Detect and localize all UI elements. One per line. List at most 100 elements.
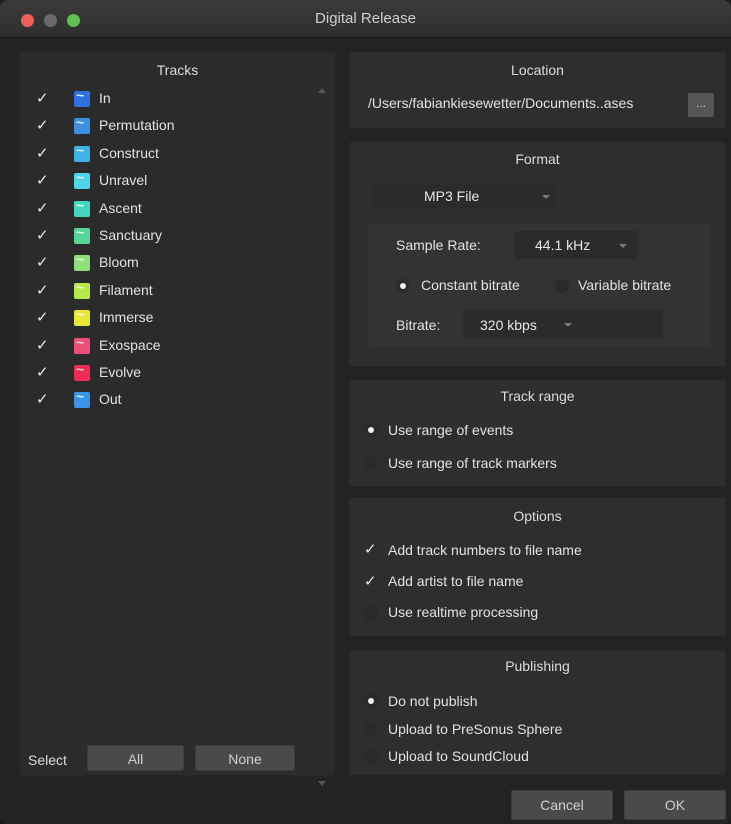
constant-bitrate-radio[interactable] bbox=[396, 279, 410, 293]
track-color-icon bbox=[74, 279, 90, 299]
track-name: Evolve bbox=[99, 363, 142, 380]
range-events-label: Use range of events bbox=[388, 422, 514, 438]
track-name: Permutation bbox=[99, 117, 175, 134]
chevron-down-icon bbox=[619, 244, 627, 248]
track-range-title: Track range bbox=[500, 388, 575, 404]
constant-bitrate-label: Constant bitrate bbox=[421, 277, 520, 293]
track-color-icon bbox=[74, 142, 90, 162]
add-track-numbers-label: Add track numbers to file name bbox=[388, 542, 582, 558]
upload-sphere-radio[interactable] bbox=[364, 722, 378, 736]
checkmark-icon[interactable]: ✓ bbox=[364, 540, 377, 558]
publishing-panel: Publishing Do not publish Upload to PreS… bbox=[349, 650, 726, 776]
track-row[interactable]: ✓ Ascent bbox=[20, 196, 320, 223]
browse-button[interactable]: ... bbox=[688, 93, 714, 117]
location-panel: Location /Users/fabiankiesewetter/Docume… bbox=[349, 51, 726, 129]
track-name: Exospace bbox=[99, 336, 161, 353]
checkmark-icon[interactable]: ✓ bbox=[36, 199, 49, 217]
range-markers-radio[interactable] bbox=[364, 456, 378, 470]
track-color-icon bbox=[74, 224, 90, 244]
track-name: Ascent bbox=[99, 199, 142, 216]
track-row[interactable]: ✓ Unravel bbox=[20, 168, 320, 195]
track-row[interactable]: ✓ In bbox=[20, 86, 320, 113]
file-format-select[interactable]: MP3 File bbox=[372, 183, 555, 209]
track-color-icon bbox=[74, 334, 90, 354]
file-format-value: MP3 File bbox=[424, 188, 480, 204]
track-row[interactable]: ✓ Immerse bbox=[20, 305, 320, 332]
chevron-down-icon bbox=[542, 195, 550, 199]
ok-button[interactable]: OK bbox=[624, 790, 726, 820]
do-not-publish-radio[interactable] bbox=[364, 694, 378, 708]
track-color-icon bbox=[74, 114, 90, 135]
checkmark-icon[interactable]: ✓ bbox=[36, 144, 49, 162]
publishing-title: Publishing bbox=[505, 658, 570, 674]
checkmark-icon[interactable]: ✓ bbox=[36, 89, 49, 107]
location-path: /Users/fabiankiesewetter/Documents..ases bbox=[368, 95, 634, 111]
track-row[interactable]: ✓ Out bbox=[20, 387, 320, 414]
checkmark-icon[interactable]: ✓ bbox=[36, 116, 49, 134]
range-markers-label: Use range of track markers bbox=[388, 455, 557, 471]
track-color-icon bbox=[74, 306, 90, 327]
track-row[interactable]: ✓ Bloom bbox=[20, 250, 320, 277]
track-range-panel: Track range Use range of events Use rang… bbox=[349, 379, 726, 487]
sample-rate-select[interactable]: 44.1 kHz bbox=[515, 231, 638, 259]
bitrate-label: Bitrate: bbox=[396, 317, 441, 333]
scroll-down-arrow-icon[interactable] bbox=[318, 781, 326, 786]
track-row[interactable]: ✓ Construct bbox=[20, 141, 320, 168]
do-not-publish-label: Do not publish bbox=[388, 693, 478, 709]
checkmark-icon[interactable]: ✓ bbox=[36, 390, 49, 408]
select-label: Select bbox=[28, 752, 67, 768]
variable-bitrate-radio[interactable] bbox=[555, 279, 569, 293]
chevron-down-icon bbox=[564, 323, 572, 327]
checkmark-icon[interactable]: ✓ bbox=[36, 363, 49, 381]
checkmark-icon[interactable]: ✓ bbox=[364, 572, 377, 590]
upload-sphere-label: Upload to PreSonus Sphere bbox=[388, 721, 563, 737]
track-row[interactable]: ✓ Permutation bbox=[20, 113, 320, 140]
tracks-title: Tracks bbox=[156, 62, 199, 78]
track-color-icon bbox=[74, 388, 90, 409]
track-name: Bloom bbox=[99, 254, 139, 271]
track-name: Unravel bbox=[99, 172, 148, 189]
track-name: Construct bbox=[99, 144, 159, 161]
format-title: Format bbox=[515, 151, 560, 167]
track-name: Filament bbox=[99, 281, 153, 298]
track-row[interactable]: ✓ Evolve bbox=[20, 360, 320, 387]
track-name: In bbox=[99, 90, 111, 106]
checkmark-icon[interactable]: ✓ bbox=[36, 308, 49, 326]
track-row[interactable]: ✓ Exospace bbox=[20, 333, 320, 360]
track-row[interactable]: ✓ Filament bbox=[20, 278, 320, 305]
track-color-icon bbox=[74, 361, 90, 381]
title-bar: Digital Release bbox=[0, 0, 731, 38]
digital-release-dialog: Digital Release Tracks ✓ In ✓ Permutatio… bbox=[0, 0, 731, 824]
upload-soundcloud-radio[interactable] bbox=[364, 750, 378, 764]
range-events-radio[interactable] bbox=[364, 423, 378, 437]
format-settings-box: Sample Rate: 44.1 kHz Constant bitrate V… bbox=[368, 223, 710, 346]
checkmark-icon[interactable]: ✓ bbox=[36, 253, 49, 271]
track-name: Out bbox=[99, 391, 122, 408]
sample-rate-label: Sample Rate: bbox=[396, 237, 481, 253]
select-all-button[interactable]: All bbox=[87, 745, 184, 771]
bitrate-select[interactable]: 320 kbps bbox=[463, 310, 663, 338]
cancel-button[interactable]: Cancel bbox=[511, 790, 613, 820]
track-color-icon bbox=[74, 87, 90, 107]
checkmark-icon[interactable]: ✓ bbox=[36, 171, 49, 189]
track-name: Immerse bbox=[99, 309, 154, 326]
upload-soundcloud-label: Upload to SoundCloud bbox=[388, 748, 529, 764]
format-panel: Format MP3 File Sample Rate: 44.1 kHz Co… bbox=[349, 141, 726, 367]
add-artist-label: Add artist to file name bbox=[388, 573, 524, 589]
location-title: Location bbox=[511, 62, 564, 78]
track-name: Sanctuary bbox=[99, 226, 163, 243]
realtime-processing-checkbox[interactable] bbox=[364, 606, 378, 620]
checkmark-icon[interactable]: ✓ bbox=[36, 281, 49, 299]
checkmark-icon[interactable]: ✓ bbox=[36, 336, 49, 354]
select-none-button[interactable]: None bbox=[195, 745, 295, 771]
variable-bitrate-label: Variable bitrate bbox=[578, 277, 672, 293]
bitrate-value: 320 kbps bbox=[480, 317, 537, 333]
track-color-icon bbox=[74, 197, 90, 217]
options-panel: Options ✓ Add track numbers to file name… bbox=[349, 497, 726, 637]
track-row[interactable]: ✓ Sanctuary bbox=[20, 223, 320, 250]
track-list: ✓ In ✓ Permutation ✓ Construct ✓ Unravel… bbox=[20, 86, 320, 415]
sample-rate-value: 44.1 kHz bbox=[535, 237, 591, 253]
checkmark-icon[interactable]: ✓ bbox=[36, 226, 49, 244]
window-title: Digital Release bbox=[315, 10, 416, 27]
track-color-icon bbox=[74, 169, 90, 190]
